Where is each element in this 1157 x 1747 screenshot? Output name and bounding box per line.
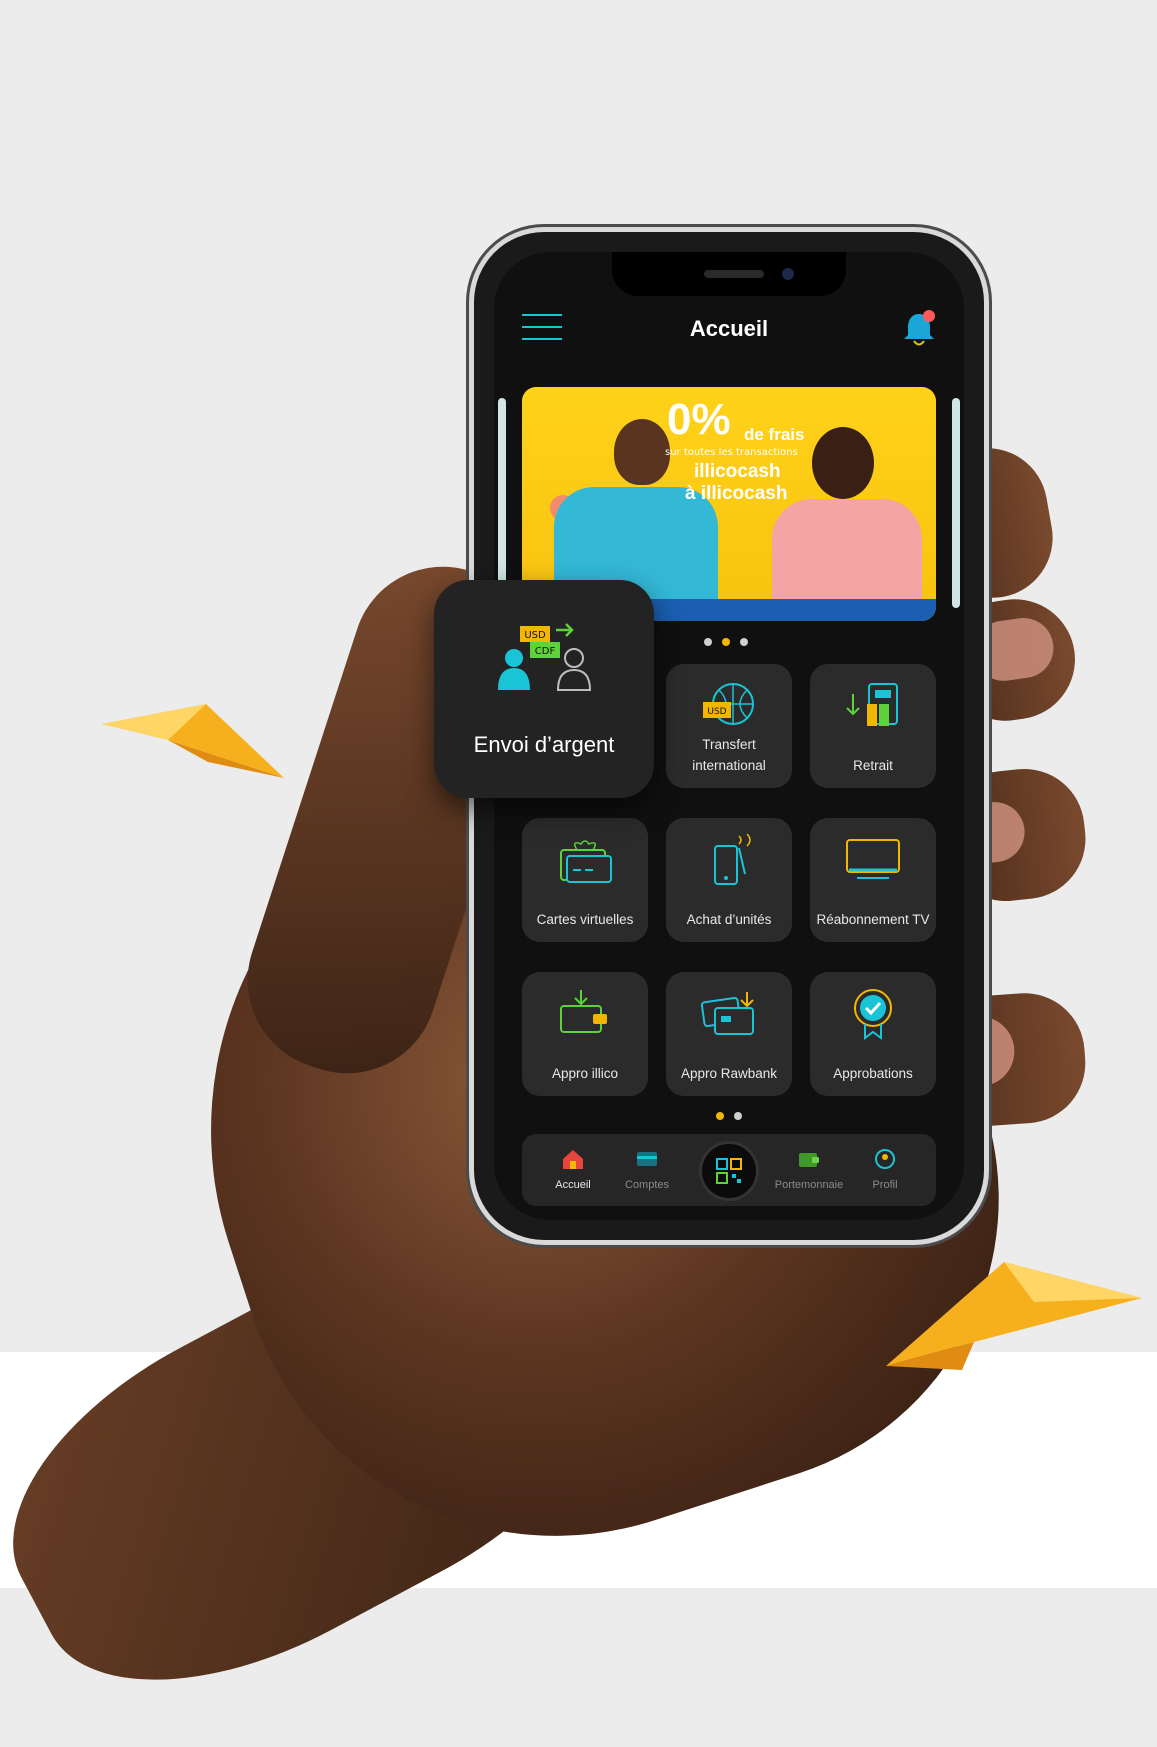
svg-text:USD: USD	[707, 707, 726, 717]
service-label: Retrait	[853, 758, 893, 773]
service-label: Appro Rawbank	[680, 1066, 778, 1081]
airtime-icon	[714, 834, 751, 885]
service-tile-appro-illico[interactable]: Appro illico	[522, 972, 648, 1096]
bottom-tab-bar: Accueil Comptes Portemonnaie Profil	[522, 1134, 936, 1206]
service-tile-achat-unites[interactable]: Achat d’unités	[666, 818, 792, 942]
phone-notch	[612, 252, 846, 296]
svg-text:USD: USD	[524, 630, 546, 641]
carousel-next-edge	[952, 398, 960, 608]
promo-line-1: illicocash	[694, 461, 781, 482]
carousel-dot[interactable]	[704, 638, 712, 646]
promo-subtitle: sur toutes les transactions	[665, 447, 798, 458]
svg-text:CDF: CDF	[535, 646, 556, 657]
promo-percent: 0%	[667, 395, 731, 444]
service-tile-cartes-virtuelles[interactable]: Cartes virtuelles	[522, 818, 648, 942]
accounts-icon	[637, 1152, 657, 1166]
promo-line-2: à illicocash	[685, 483, 788, 504]
speaker-grille	[704, 270, 764, 278]
bank-topup-icon	[700, 992, 754, 1035]
banner-carousel-dots	[704, 638, 748, 646]
tab-label: Profil	[872, 1179, 898, 1191]
approval-badge-icon	[854, 989, 892, 1040]
carousel-dot[interactable]	[740, 638, 748, 646]
paper-plane-right-icon	[886, 1262, 1142, 1370]
service-tile-appro-rawbank[interactable]: Appro Rawbank	[666, 972, 792, 1096]
wallet-topup-icon	[560, 990, 607, 1033]
service-tile-retrait[interactable]: Retrait	[810, 664, 936, 788]
international-transfer-icon: USD	[703, 683, 754, 725]
grid-pager-dot-active[interactable]	[716, 1112, 724, 1120]
tv-icon	[846, 839, 900, 879]
qr-code-icon	[716, 1158, 742, 1184]
banner-person-woman-head	[812, 427, 874, 499]
service-tile-transfert-international[interactable]: USD Transfert international	[666, 664, 792, 788]
service-label: Réabonnement TV	[816, 912, 930, 927]
tab-profil[interactable]: Profil	[840, 1148, 930, 1191]
virtual-card-icon	[560, 840, 612, 883]
front-camera-icon	[782, 268, 794, 280]
service-label: Appro illico	[551, 1066, 619, 1081]
service-tile-reabonnement-tv[interactable]: Réabonnement TV	[810, 818, 936, 942]
home-icon	[563, 1150, 583, 1169]
banner-person-man-head	[614, 419, 670, 485]
profile-icon	[875, 1149, 895, 1169]
wallet-icon	[799, 1153, 819, 1167]
money-transfer-icon: USD CDF	[498, 623, 592, 691]
grid-pager-dot[interactable]	[734, 1112, 742, 1120]
grid-pager-dots	[716, 1112, 742, 1120]
service-label: Achat d’unités	[686, 912, 772, 927]
withdrawal-icon	[846, 683, 898, 726]
tab-comptes[interactable]: Comptes	[602, 1148, 692, 1191]
notification-bell-icon[interactable]	[902, 308, 936, 348]
featured-label: Envoi d’argent	[473, 732, 615, 757]
service-label: Approbations	[833, 1066, 913, 1081]
promo-frais: de frais	[744, 425, 805, 444]
service-label: Transfert international	[692, 737, 766, 773]
paper-plane-left-icon	[102, 704, 284, 778]
qr-scan-button[interactable]	[702, 1144, 756, 1198]
carousel-prev-edge	[498, 398, 506, 608]
tab-label: Comptes	[624, 1179, 670, 1191]
service-tile-approbations[interactable]: Approbations	[810, 972, 936, 1096]
page-title: Accueil	[689, 316, 769, 341]
carousel-dot-active[interactable]	[722, 638, 730, 646]
service-label: Cartes virtuelles	[536, 912, 634, 927]
featured-envoi-argent-card[interactable]: USD CDF Envoi d’argent	[434, 580, 654, 798]
